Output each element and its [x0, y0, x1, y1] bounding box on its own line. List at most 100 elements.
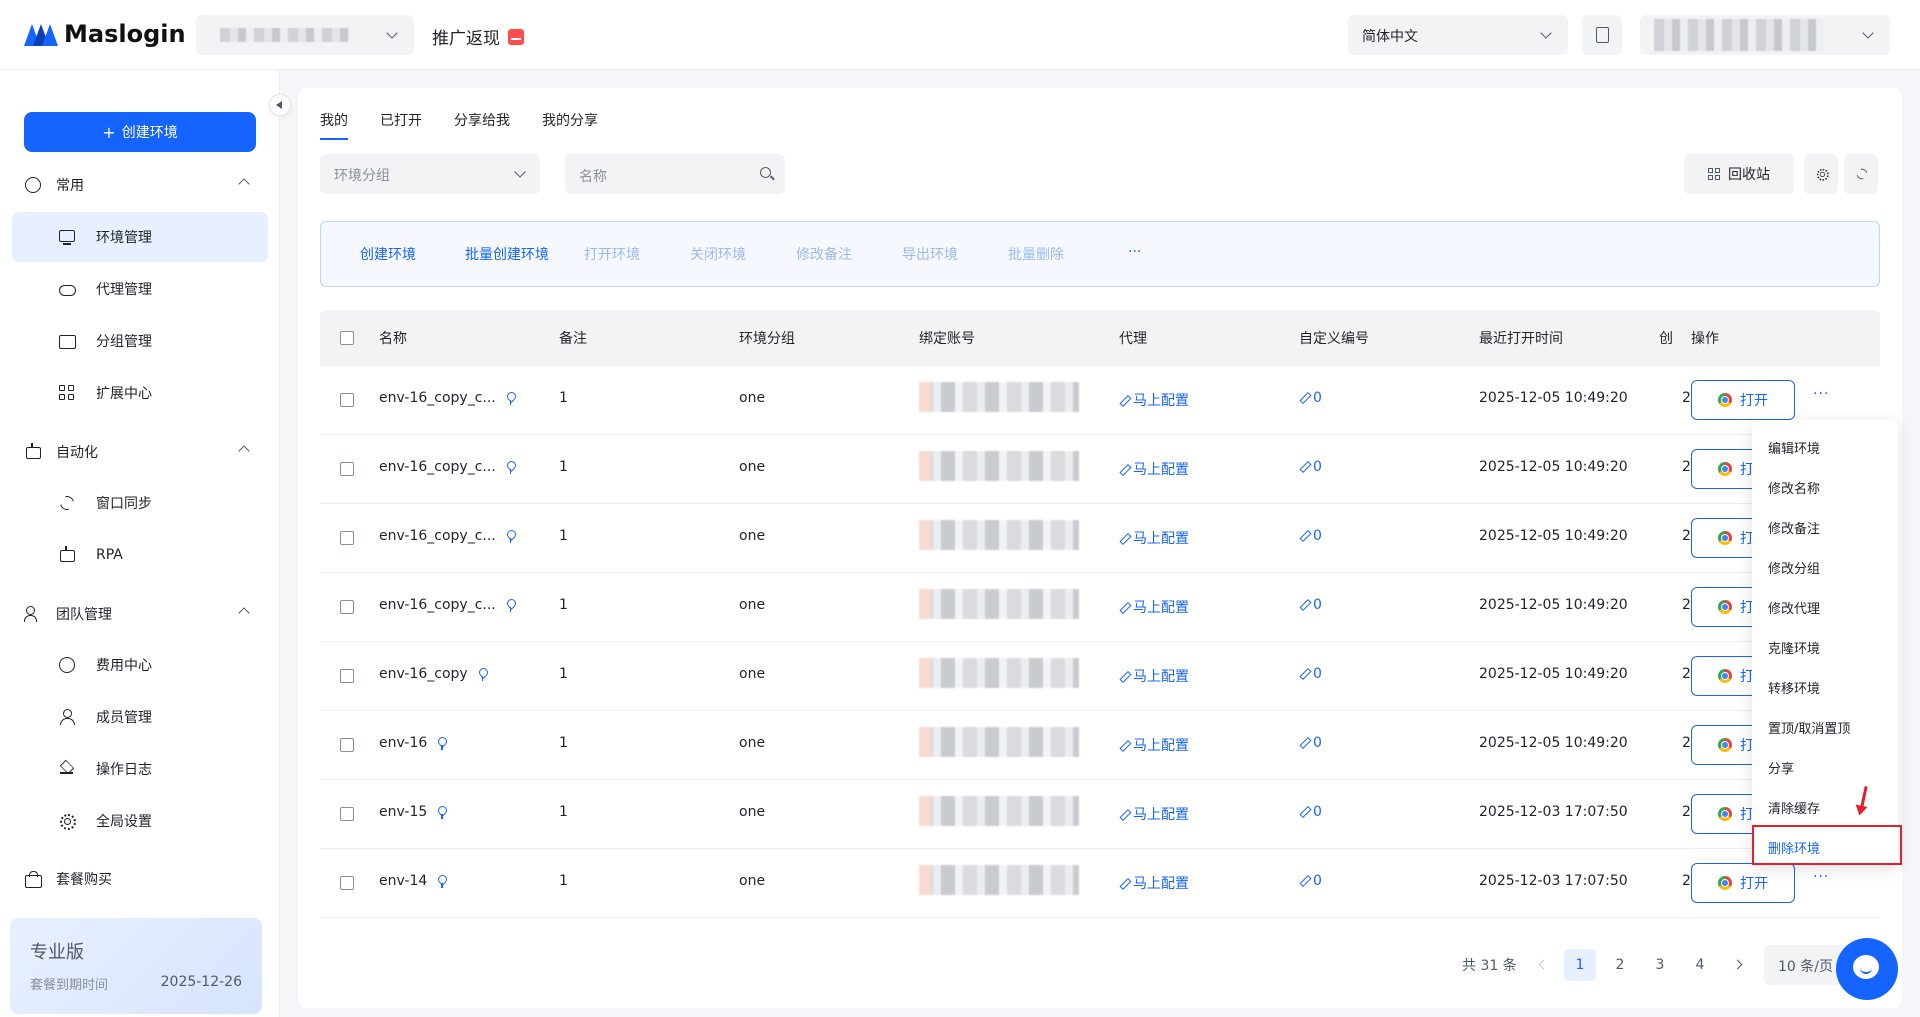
menu-item[interactable]: 置顶/取消置顶 — [1768, 718, 1850, 737]
configure-proxy-link[interactable]: 马上配置 — [1119, 804, 1189, 824]
row-checkbox[interactable] — [340, 738, 354, 752]
sidebar-item-window-sync[interactable]: 窗口同步 — [12, 478, 268, 528]
configure-proxy-link[interactable]: 马上配置 — [1119, 735, 1189, 755]
row-checkbox[interactable] — [340, 600, 354, 614]
custom-id-link[interactable]: 0 — [1299, 804, 1322, 820]
env-name[interactable]: env-16_copy_c... — [379, 597, 516, 613]
promo-link[interactable]: 推广返现 — [432, 24, 524, 49]
nav-group-common[interactable]: 常用 — [24, 170, 256, 200]
chat-support-button[interactable] — [1836, 938, 1898, 1000]
collapse-sidebar-button[interactable] — [269, 94, 291, 116]
table-row[interactable]: env-16_copy_c... 1 one 马上配置 0 2025-12-05 10:4… — [320, 366, 1880, 435]
recycle-bin-button[interactable]: 回收站 — [1684, 154, 1794, 194]
row-checkbox[interactable] — [340, 393, 354, 407]
configure-proxy-link[interactable]: 马上配置 — [1119, 597, 1189, 617]
sidebar-item-logs[interactable]: 操作日志 — [12, 744, 268, 794]
page-3[interactable]: 3 — [1644, 949, 1676, 981]
configure-proxy-link[interactable]: 马上配置 — [1119, 528, 1189, 548]
menu-item[interactable]: 克隆环境 — [1768, 638, 1820, 657]
tab-my-shares[interactable]: 我的分享 — [542, 110, 598, 140]
pin-icon[interactable] — [506, 599, 516, 612]
env-name[interactable]: env-16_copy_c... — [379, 459, 516, 475]
pin-icon[interactable] — [437, 806, 447, 819]
action-export-environment[interactable]: 导出环境 — [902, 244, 958, 264]
action-more[interactable]: ··· — [1128, 244, 1141, 260]
name-search-input[interactable]: 名称 — [565, 154, 785, 194]
table-row[interactable]: env-16_copy 1 one 马上配置 0 2025-12-05 10:49:20 2… — [320, 642, 1880, 711]
action-create-environment[interactable]: 创建环境 — [360, 244, 416, 264]
tab-mine[interactable]: 我的 — [320, 110, 348, 140]
sidebar-item-billing[interactable]: 费用中心 — [12, 640, 268, 690]
menu-item[interactable]: 转移环境 — [1768, 678, 1820, 697]
plan-card[interactable]: 专业版 套餐到期时间 2025-12-26 — [10, 918, 262, 1014]
page-2[interactable]: 2 — [1604, 949, 1636, 981]
pin-icon[interactable] — [506, 530, 516, 543]
table-row[interactable]: env-16_copy_c... 1 one 马上配置 0 2025-12-05 10:4… — [320, 573, 1880, 642]
configure-proxy-link[interactable]: 马上配置 — [1119, 873, 1189, 893]
configure-proxy-link[interactable]: 马上配置 — [1119, 390, 1189, 410]
sidebar-item-groups[interactable]: 分组管理 — [12, 316, 268, 366]
col-custom-id[interactable]: 自定义编号 — [1299, 328, 1369, 348]
page-scrollbar[interactable] — [1908, 70, 1916, 1017]
configure-proxy-link[interactable]: 马上配置 — [1119, 666, 1189, 686]
col-created[interactable]: 创 — [1659, 328, 1673, 348]
table-row[interactable]: env-141one马上配置02025-12-03 17:07:5020打开··… — [320, 849, 1880, 918]
sidebar-item-settings[interactable]: 全局设置 — [12, 796, 268, 846]
row-checkbox[interactable] — [340, 462, 354, 476]
table-row[interactable]: env-151one马上配置02025-12-03 17:07:5020打开··… — [320, 780, 1880, 849]
col-note[interactable]: 备注 — [559, 328, 587, 348]
row-checkbox[interactable] — [340, 531, 354, 545]
env-name[interactable]: env-14 — [379, 873, 447, 889]
custom-id-link[interactable]: 0 — [1299, 528, 1322, 544]
page-4[interactable]: 4 — [1684, 949, 1716, 981]
user-account-select[interactable] — [1640, 15, 1890, 55]
col-group[interactable]: 环境分组 — [739, 328, 795, 348]
col-bound-account[interactable]: 绑定账号 — [919, 328, 975, 348]
pin-icon[interactable] — [437, 875, 447, 888]
action-edit-note[interactable]: 修改备注 — [796, 244, 852, 264]
action-open-environment[interactable]: 打开环境 — [584, 244, 640, 264]
sidebar-item-environment[interactable]: 环境管理 — [12, 212, 268, 262]
env-name[interactable]: env-16_copy — [379, 666, 488, 682]
settings-button[interactable] — [1804, 154, 1838, 194]
action-batch-delete[interactable]: 批量删除 — [1008, 244, 1064, 264]
col-name[interactable]: 名称 — [379, 328, 407, 348]
pin-icon[interactable] — [506, 392, 516, 405]
more-actions-button[interactable]: ··· — [1813, 386, 1829, 402]
menu-item[interactable]: 修改名称 — [1768, 478, 1820, 497]
menu-item[interactable]: 分享 — [1768, 758, 1794, 777]
custom-id-link[interactable]: 0 — [1299, 597, 1322, 613]
next-page-icon[interactable] — [1732, 959, 1743, 970]
custom-id-link[interactable]: 0 — [1299, 666, 1322, 682]
prev-page-icon[interactable] — [1538, 959, 1549, 970]
more-actions-button[interactable]: ··· — [1813, 869, 1829, 885]
sidebar-item-proxy[interactable]: 代理管理 — [12, 264, 268, 314]
team-select[interactable] — [196, 15, 414, 55]
group-filter-select[interactable]: 环境分组 — [320, 154, 540, 194]
page-1[interactable]: 1 — [1564, 949, 1596, 981]
table-row[interactable]: env-161one马上配置02025-12-05 10:49:2020打开··… — [320, 711, 1880, 780]
menu-item[interactable]: 清除缓存 — [1768, 798, 1820, 817]
row-checkbox[interactable] — [340, 876, 354, 890]
configure-proxy-link[interactable]: 马上配置 — [1119, 459, 1189, 479]
open-environment-button[interactable]: 打开 — [1691, 863, 1795, 903]
sidebar-item-members[interactable]: 成员管理 — [12, 692, 268, 742]
pin-icon[interactable] — [437, 737, 447, 750]
custom-id-link[interactable]: 0 — [1299, 390, 1322, 406]
col-last-opened[interactable]: 最近打开时间 — [1479, 328, 1563, 348]
pin-icon[interactable] — [478, 668, 488, 681]
nav-group-team[interactable]: 团队管理 — [24, 599, 256, 629]
env-name[interactable]: env-16_copy_c... — [379, 390, 516, 406]
menu-item[interactable]: 编辑环境 — [1768, 438, 1820, 457]
pin-icon[interactable] — [506, 461, 516, 474]
custom-id-link[interactable]: 0 — [1299, 459, 1322, 475]
menu-item[interactable]: 修改代理 — [1768, 598, 1820, 617]
env-name[interactable]: env-16_copy_c... — [379, 528, 516, 544]
row-checkbox[interactable] — [340, 807, 354, 821]
action-batch-create[interactable]: 批量创建环境 — [465, 244, 549, 264]
sidebar-item-purchase[interactable]: 套餐购买 — [24, 864, 256, 894]
table-row[interactable]: env-16_copy_c... 1 one 马上配置 0 2025-12-05 10:4… — [320, 504, 1880, 573]
tab-shared-with-me[interactable]: 分享给我 — [454, 110, 510, 140]
menu-item[interactable]: 修改备注 — [1768, 518, 1820, 537]
custom-id-link[interactable]: 0 — [1299, 735, 1322, 751]
